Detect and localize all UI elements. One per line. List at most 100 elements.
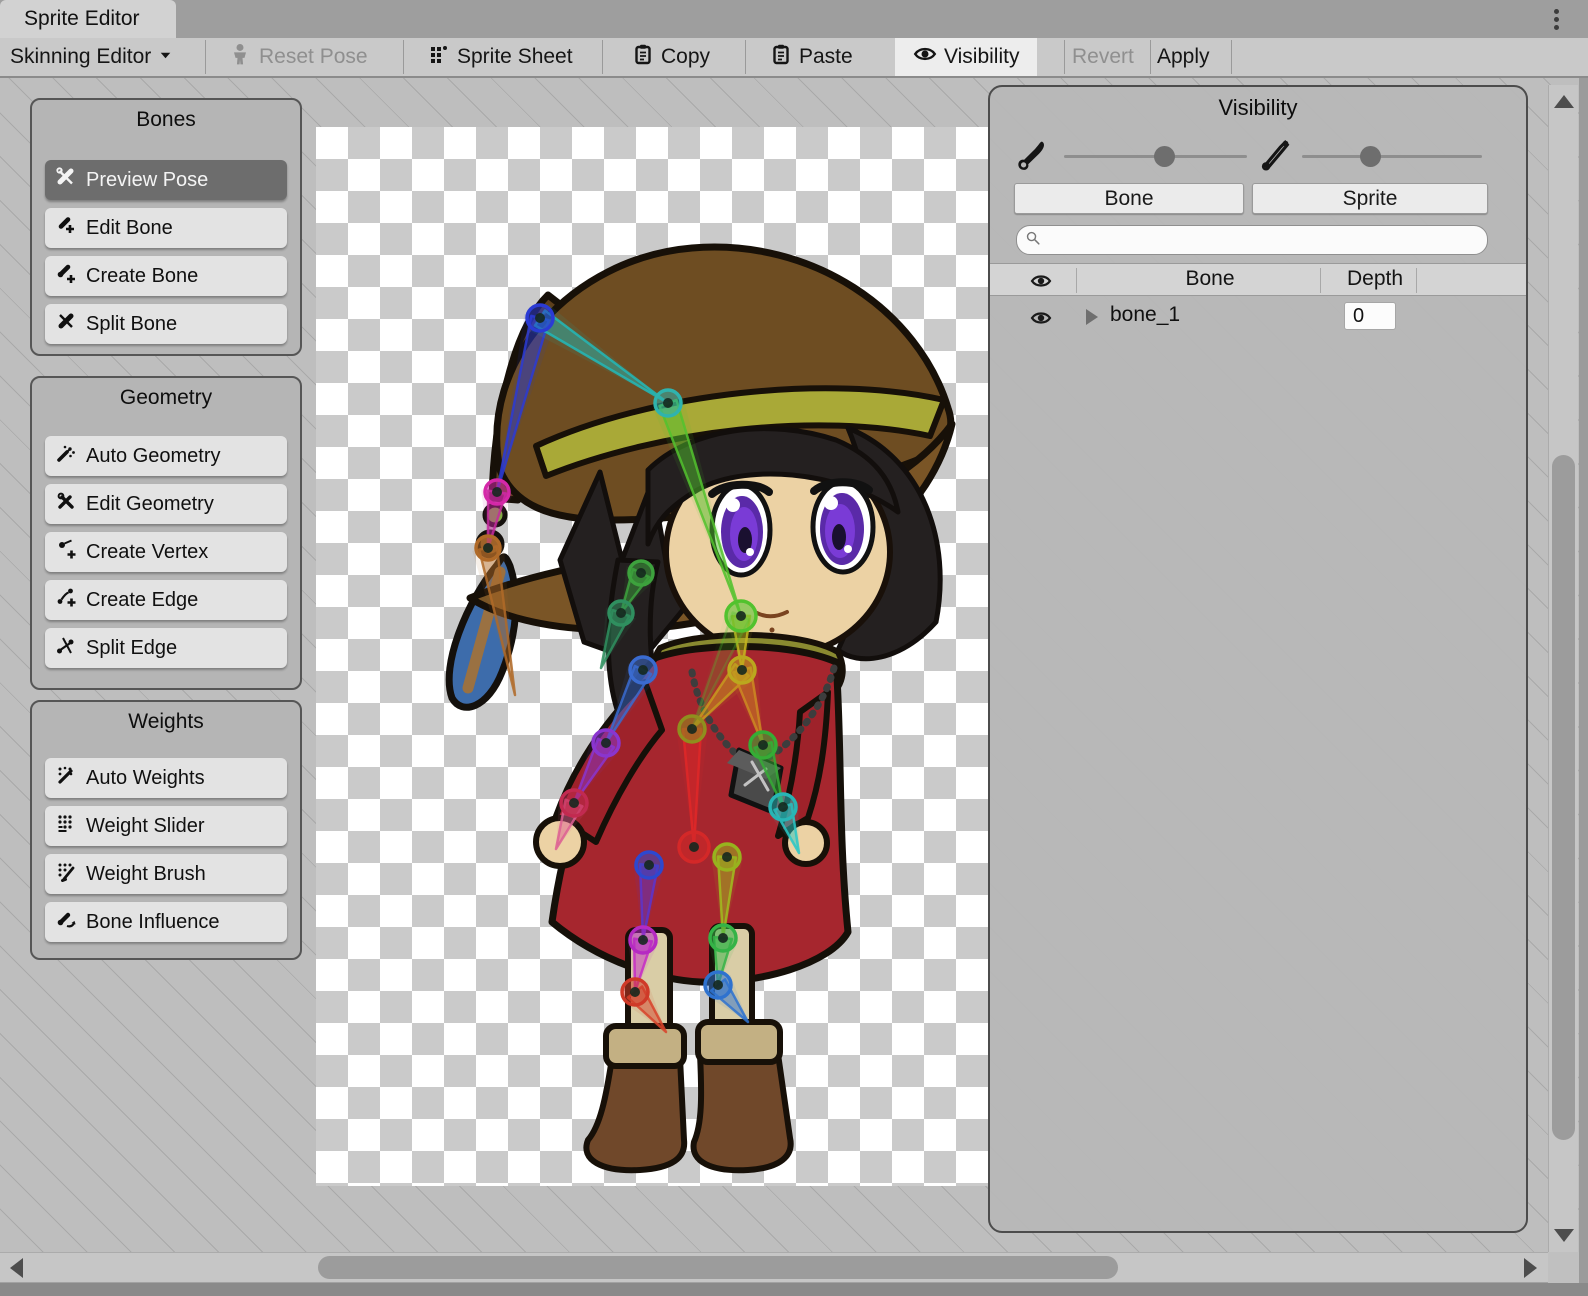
toolbar-separator bbox=[602, 40, 603, 74]
edit-geometry-button[interactable]: Edit Geometry bbox=[45, 484, 287, 524]
eye-icon[interactable] bbox=[1030, 307, 1052, 334]
bone-joint[interactable] bbox=[714, 844, 740, 870]
tab-sprite-editor[interactable]: Sprite Editor bbox=[0, 0, 176, 38]
toolbar-separator bbox=[403, 40, 404, 74]
scroll-right-icon[interactable] bbox=[1524, 1258, 1537, 1278]
character-sprite bbox=[316, 127, 988, 1186]
create-bone-button[interactable]: Create Bone bbox=[45, 256, 287, 296]
paste-icon bbox=[770, 43, 792, 71]
window-edge bbox=[0, 1283, 1588, 1296]
eye-icon[interactable] bbox=[1030, 270, 1052, 297]
bone-influence-button[interactable]: Bone Influence bbox=[45, 902, 287, 942]
bone-joint[interactable] bbox=[485, 480, 509, 504]
auto-weights-icon bbox=[55, 764, 77, 792]
paste-button[interactable]: Paste bbox=[770, 38, 853, 76]
bone-joint[interactable] bbox=[655, 390, 681, 416]
preview-pose-button[interactable]: Preview Pose bbox=[45, 160, 287, 200]
search-field[interactable] bbox=[1016, 225, 1488, 255]
bone-name[interactable]: bone_1 bbox=[1110, 303, 1180, 327]
create-edge-button[interactable]: Create Edge bbox=[45, 580, 287, 620]
person-icon bbox=[228, 42, 252, 72]
vertical-scrollbar[interactable] bbox=[1548, 85, 1578, 1252]
bone-joint[interactable] bbox=[476, 536, 500, 560]
create-edge-icon bbox=[55, 586, 77, 614]
reset-pose-button[interactable]: Reset Pose bbox=[228, 38, 368, 76]
bone-joint[interactable] bbox=[750, 732, 776, 758]
depth-input[interactable]: 0 bbox=[1344, 302, 1396, 330]
bone-opacity-slider-knob[interactable] bbox=[1154, 146, 1175, 167]
bone-joint[interactable] bbox=[679, 832, 709, 862]
column-header-depth[interactable]: Depth bbox=[1330, 267, 1420, 291]
scroll-down-icon[interactable] bbox=[1554, 1229, 1574, 1242]
toolbar-separator bbox=[745, 40, 746, 74]
sprite-canvas[interactable] bbox=[316, 127, 988, 1186]
split-bone-button[interactable]: Split Bone bbox=[45, 304, 287, 344]
sprite-sheet-button[interactable]: Sprite Sheet bbox=[428, 38, 573, 76]
auto-geometry-button[interactable]: Auto Geometry bbox=[45, 436, 287, 476]
revert-button[interactable]: Revert bbox=[1072, 38, 1134, 76]
button-label: Split Edge bbox=[86, 637, 177, 660]
edit-bone-button[interactable]: Edit Bone bbox=[45, 208, 287, 248]
expand-triangle-icon[interactable] bbox=[1086, 309, 1098, 325]
button-label: Edit Geometry bbox=[86, 493, 214, 516]
bone-opacity-icon bbox=[1014, 137, 1048, 176]
copy-button[interactable]: Copy bbox=[632, 38, 710, 76]
bone-joint[interactable] bbox=[705, 972, 731, 998]
bone-joint[interactable] bbox=[770, 794, 796, 820]
split-bone-icon bbox=[55, 310, 77, 338]
split-edge-button[interactable]: Split Edge bbox=[45, 628, 287, 668]
bone-joint[interactable] bbox=[609, 601, 633, 625]
sprite-opacity-slider-knob[interactable] bbox=[1360, 146, 1381, 167]
bone-joint[interactable] bbox=[729, 657, 755, 683]
bone-joint[interactable] bbox=[630, 927, 656, 953]
bone-joint[interactable] bbox=[593, 730, 619, 756]
sprite-sheet-icon bbox=[428, 43, 450, 71]
search-input[interactable] bbox=[1047, 229, 1487, 252]
bone-joint[interactable] bbox=[679, 716, 705, 742]
auto-weights-button[interactable]: Auto Weights bbox=[45, 758, 287, 798]
create-vertex-icon bbox=[55, 538, 77, 566]
bone-joint[interactable] bbox=[561, 790, 587, 816]
visibility-toggle-button[interactable]: Visibility bbox=[895, 38, 1037, 76]
bone-joint[interactable] bbox=[630, 657, 656, 683]
skinning-editor-dropdown[interactable]: Skinning Editor bbox=[10, 38, 173, 76]
create-bone-icon bbox=[55, 262, 77, 290]
bone-joint[interactable] bbox=[527, 305, 553, 331]
chevron-down-icon bbox=[158, 45, 173, 69]
horizontal-scrollbar-thumb[interactable] bbox=[318, 1256, 1118, 1279]
bone-joint[interactable] bbox=[629, 561, 653, 585]
button-label: Auto Weights bbox=[86, 767, 205, 790]
eye-icon bbox=[913, 42, 937, 72]
vertical-scrollbar-thumb[interactable] bbox=[1552, 455, 1575, 1140]
toolbar-separator bbox=[1150, 40, 1151, 74]
sprite-opacity-icon bbox=[1258, 137, 1292, 176]
sprite-opacity-slider-track[interactable] bbox=[1302, 155, 1482, 158]
create-vertex-button[interactable]: Create Vertex bbox=[45, 532, 287, 572]
weight-brush-button[interactable]: Weight Brush bbox=[45, 854, 287, 894]
button-label: Split Bone bbox=[86, 313, 177, 336]
bone-row[interactable]: bone_1 0 bbox=[990, 299, 1526, 335]
button-label: Auto Geometry bbox=[86, 445, 221, 468]
apply-button[interactable]: Apply bbox=[1157, 38, 1210, 76]
scroll-up-icon[interactable] bbox=[1554, 95, 1574, 108]
visibility-panel-title: Visibility bbox=[990, 95, 1526, 121]
weight-slider-button[interactable]: Weight Slider bbox=[45, 806, 287, 846]
bone-joint[interactable] bbox=[622, 979, 648, 1005]
bone-joint[interactable] bbox=[710, 925, 736, 951]
column-header-bone[interactable]: Bone bbox=[1140, 267, 1280, 291]
panel-title: Weights bbox=[32, 710, 300, 734]
edit-geometry-icon bbox=[55, 490, 77, 518]
tab-strip: Sprite Editor bbox=[0, 0, 1588, 38]
scroll-left-icon[interactable] bbox=[10, 1258, 23, 1278]
bone-joint[interactable] bbox=[726, 601, 756, 631]
bone-joint[interactable] bbox=[636, 852, 662, 878]
weight-slider-icon bbox=[55, 812, 77, 840]
copy-icon bbox=[632, 43, 654, 71]
tab-bone[interactable]: Bone bbox=[1014, 183, 1244, 214]
work-area: Bones Preview Pose Edit Bone Create Bone… bbox=[0, 78, 1588, 1252]
kebab-menu-icon[interactable] bbox=[1549, 6, 1563, 34]
button-label: Edit Bone bbox=[86, 217, 173, 240]
horizontal-scrollbar[interactable] bbox=[0, 1252, 1548, 1282]
tab-sprite[interactable]: Sprite bbox=[1252, 183, 1488, 214]
toolbar: Skinning Editor Reset Pose Sprite Sheet … bbox=[0, 38, 1588, 78]
